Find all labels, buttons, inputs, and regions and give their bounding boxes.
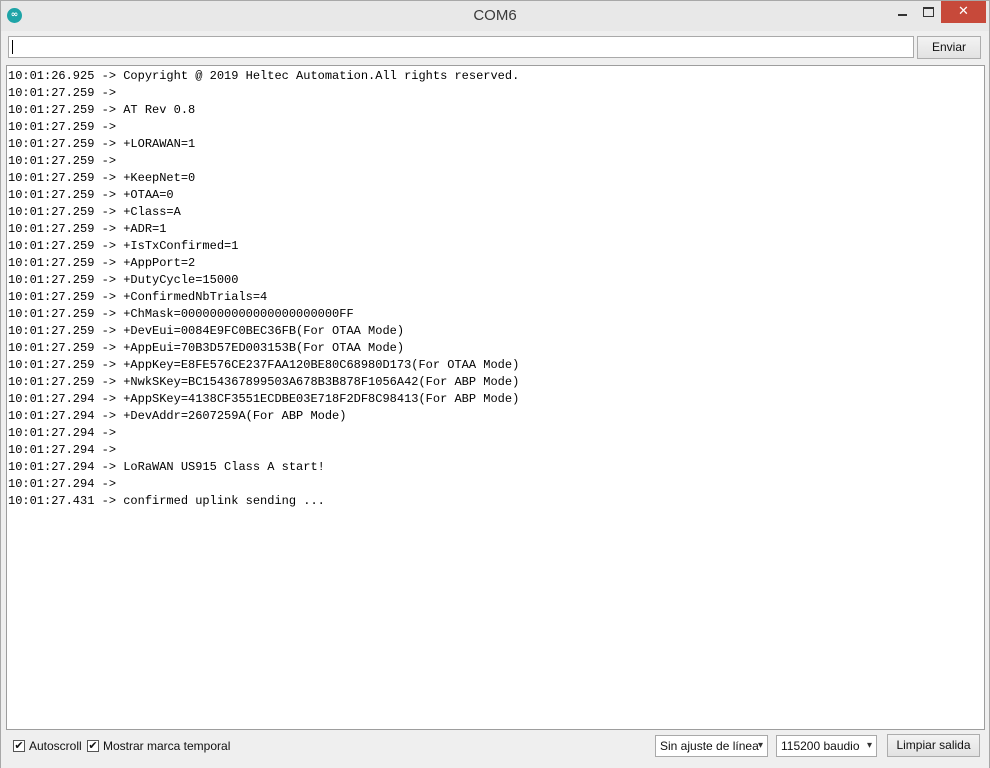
output-line: 10:01:27.259 -> +ADR=1 <box>8 222 167 236</box>
output-line: 10:01:27.259 -> +AppPort=2 <box>8 256 196 270</box>
text-caret <box>12 40 13 54</box>
serial-command-input[interactable] <box>8 36 914 58</box>
minimize-button[interactable] <box>889 1 915 23</box>
output-line: 10:01:27.259 -> +ChMask=0000000000000000… <box>8 307 354 321</box>
output-line: 10:01:27.259 -> +OTAA=0 <box>8 188 174 202</box>
output-line: 10:01:27.259 -> +AppKey=E8FE576CE237FAA1… <box>8 358 520 372</box>
output-line: 10:01:27.294 -> +AppSKey=4138CF3551ECDBE… <box>8 392 520 406</box>
checkmark-icon[interactable]: ✔ <box>13 740 25 752</box>
output-line: 10:01:27.259 -> <box>8 86 124 100</box>
output-line: 10:01:27.259 -> +LORAWAN=1 <box>8 137 196 151</box>
autoscroll-checkbox[interactable]: ✔ Autoscroll <box>13 739 82 753</box>
output-line: 10:01:27.259 -> +DevEui=0084E9FC0BEC36FB… <box>8 324 405 338</box>
output-line: 10:01:27.259 -> +ConfirmedNbTrials=4 <box>8 290 268 304</box>
output-line: 10:01:27.259 -> +Class=A <box>8 205 181 219</box>
output-line: 10:01:27.259 -> <box>8 120 124 134</box>
output-line: 10:01:27.294 -> <box>8 426 124 440</box>
maximize-icon <box>922 6 934 17</box>
clear-output-button[interactable]: Limpiar salida <box>887 734 980 757</box>
output-line: 10:01:27.259 -> AT Rev 0.8 <box>8 103 196 117</box>
output-line: 10:01:26.925 -> Copyright @ 2019 Heltec … <box>8 69 520 83</box>
maximize-button[interactable] <box>915 1 941 23</box>
output-line: 10:01:27.294 -> <box>8 443 124 457</box>
output-line: 10:01:27.259 -> +DutyCycle=15000 <box>8 273 239 287</box>
output-line: 10:01:27.259 -> <box>8 154 124 168</box>
serial-monitor-window: ∞ COM6 ✕ Enviar 10:01:26.925 -> Copyrigh… <box>0 0 990 768</box>
output-line: 10:01:27.259 -> +AppEui=70B3D57ED003153B… <box>8 341 405 355</box>
baud-rate-select[interactable]: 115200 baudio ▾ <box>776 735 877 757</box>
baud-rate-value: 115200 baudio <box>781 739 860 753</box>
chevron-down-icon: ▾ <box>757 740 763 751</box>
output-line: 10:01:27.431 -> confirmed uplink sending… <box>8 494 325 508</box>
timestamp-label: Mostrar marca temporal <box>103 739 231 753</box>
timestamp-checkbox[interactable]: ✔ Mostrar marca temporal <box>87 739 230 753</box>
title-bar[interactable]: ∞ COM6 ✕ <box>1 1 989 31</box>
line-ending-value: Sin ajuste de línea <box>660 739 759 753</box>
output-line: 10:01:27.294 -> <box>8 477 124 491</box>
window-title: COM6 <box>473 7 517 24</box>
send-button[interactable]: Enviar <box>917 36 981 59</box>
output-line: 10:01:27.259 -> +IsTxConfirmed=1 <box>8 239 239 253</box>
autoscroll-label: Autoscroll <box>29 739 82 753</box>
close-icon: ✕ <box>958 4 969 19</box>
output-line: 10:01:27.259 -> +NwkSKey=BC154367899503A… <box>8 375 520 389</box>
output-line: 10:01:27.294 -> LoRaWAN US915 Class A st… <box>8 460 325 474</box>
minimize-icon <box>897 13 907 16</box>
checkmark-icon[interactable]: ✔ <box>87 740 99 752</box>
serial-output-area[interactable]: 10:01:26.925 -> Copyright @ 2019 Heltec … <box>6 65 985 730</box>
chevron-down-icon: ▾ <box>866 740 872 751</box>
output-line: 10:01:27.259 -> +KeepNet=0 <box>8 171 196 185</box>
output-line: 10:01:27.294 -> +DevAddr=2607259A(For AB… <box>8 409 347 423</box>
line-ending-select[interactable]: Sin ajuste de línea ▾ <box>655 735 768 757</box>
close-button[interactable]: ✕ <box>941 1 986 23</box>
